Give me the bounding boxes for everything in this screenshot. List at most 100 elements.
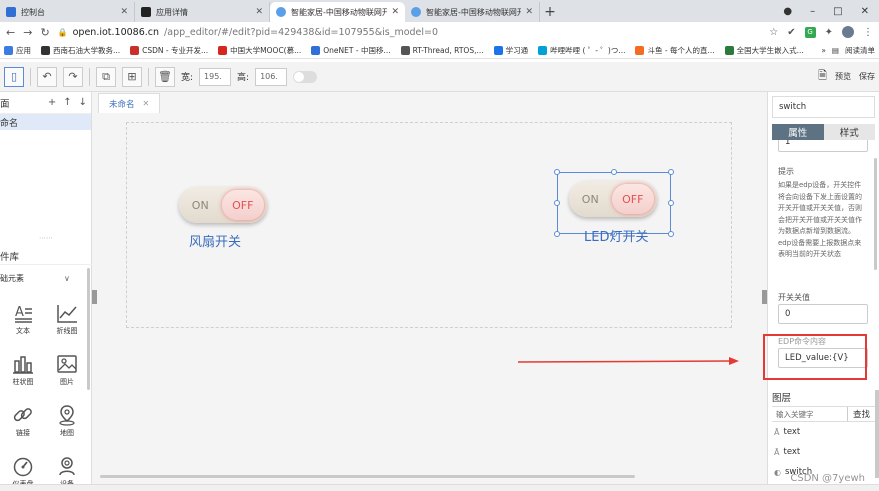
- more-bookmarks-button[interactable]: »: [821, 46, 826, 55]
- bookmark-item[interactable]: RT-Thread, RTOS,...: [400, 45, 484, 55]
- layer-search: 输入关键字 查找: [772, 406, 875, 422]
- width-input[interactable]: 195.: [199, 67, 232, 86]
- component-bar-chart[interactable]: 柱状图: [0, 353, 46, 387]
- component-image[interactable]: 图片: [46, 353, 88, 387]
- back-icon[interactable]: ←: [6, 26, 15, 39]
- browser-tab[interactable]: 控制台 ✕: [0, 2, 135, 22]
- minimize-button[interactable]: –: [810, 6, 815, 17]
- tab-style[interactable]: 样式: [823, 124, 875, 140]
- component-name-field[interactable]: switch: [772, 96, 875, 118]
- maximize-button[interactable]: □: [833, 6, 842, 17]
- led-switch-label[interactable]: LED灯开关: [584, 226, 648, 245]
- document-icon[interactable]: 🗎: [818, 67, 827, 86]
- console-favicon-icon: [6, 7, 16, 17]
- resize-handle[interactable]: [611, 169, 617, 175]
- svg-text:A: A: [15, 305, 24, 320]
- bookmark-item[interactable]: 哔哩哔哩 ( ゜- ゜)つ...: [538, 45, 625, 56]
- add-page-icon[interactable]: +: [48, 97, 56, 108]
- height-input[interactable]: 106.: [255, 67, 288, 86]
- bookmark-item[interactable]: CSDN - 专业开发...: [130, 45, 208, 56]
- close-tab-icon[interactable]: ✕: [120, 7, 128, 17]
- bottom-scrollbar[interactable]: [0, 484, 879, 491]
- close-window-button[interactable]: ✕: [861, 6, 869, 17]
- tab-properties[interactable]: 属性: [772, 124, 824, 140]
- collapse-left-handle[interactable]: [92, 290, 97, 304]
- layer-search-input[interactable]: 输入关键字: [772, 407, 847, 421]
- layers-scrollbar[interactable]: [875, 390, 879, 478]
- properties-scrollbar[interactable]: [874, 158, 877, 270]
- close-icon[interactable]: ✕: [143, 99, 150, 108]
- browser-tab[interactable]: 智能家居-中国移动物联网开放平 ✕: [405, 2, 540, 22]
- browser-tab[interactable]: 应用详情 ✕: [135, 2, 270, 22]
- new-tab-button[interactable]: +: [540, 2, 560, 22]
- width-label: 宽:: [181, 73, 194, 83]
- url-field[interactable]: 🔒 open.iot.10086.cn/app_editor/#/edit?pi…: [58, 24, 762, 40]
- bookmark-item[interactable]: OneNET - 中国移...: [311, 45, 391, 56]
- layer-search-button[interactable]: 查找: [847, 407, 875, 421]
- extension-icon[interactable]: ✔: [787, 27, 795, 38]
- close-tab-icon[interactable]: ✕: [391, 7, 399, 17]
- ungroup-button[interactable]: ⊞: [122, 66, 142, 87]
- move-down-icon[interactable]: ↓: [79, 97, 87, 108]
- reload-icon[interactable]: ↻: [40, 26, 49, 39]
- close-tab-icon[interactable]: ✕: [255, 7, 263, 17]
- canvas-area: 未命名 ✕ ON OFF 风扇开关 ON OFF LED灯开关: [92, 92, 767, 484]
- apps-icon: [4, 45, 13, 55]
- resize-handle[interactable]: [668, 169, 674, 175]
- bookmark-item[interactable]: 斗鱼 - 每个人的直...: [635, 45, 715, 56]
- move-up-icon[interactable]: ↑: [63, 97, 71, 108]
- forward-icon[interactable]: →: [23, 26, 32, 39]
- resize-handle[interactable]: [554, 169, 560, 175]
- address-bar: ← → ↻ 🔒 open.iot.10086.cn/app_editor/#/e…: [0, 22, 879, 42]
- save-button[interactable]: 保存: [859, 71, 875, 82]
- component-text[interactable]: A 文本: [0, 302, 46, 336]
- preview-button[interactable]: 预览: [835, 71, 851, 82]
- resize-handle[interactable]: [668, 200, 674, 206]
- layer-item[interactable]: Ātext: [772, 422, 875, 442]
- map-icon: [59, 405, 75, 426]
- group-button[interactable]: ⧉: [96, 66, 116, 87]
- bookmark-item[interactable]: 西南石油大学教务...: [41, 45, 120, 56]
- close-tab-icon[interactable]: ✕: [525, 7, 533, 17]
- redo-button[interactable]: ↷: [63, 66, 83, 87]
- reading-list-button[interactable]: 阅读清单: [845, 45, 875, 56]
- cloud-favicon-icon: [411, 7, 421, 17]
- bookmark-item[interactable]: 学习通: [493, 45, 528, 56]
- reading-list-icon: ▤: [831, 45, 839, 55]
- basic-elements-select[interactable]: 础元素 ∨: [0, 273, 70, 284]
- component-line-chart[interactable]: 折线图: [46, 302, 88, 336]
- green-extension-icon[interactable]: G: [804, 26, 816, 38]
- bookmark-item[interactable]: 全国大学生嵌入式...: [724, 45, 804, 56]
- component-map[interactable]: 地图: [46, 404, 88, 438]
- menu-icon[interactable]: ⋮: [863, 27, 873, 38]
- off-value-input[interactable]: 0: [778, 304, 868, 324]
- page-item[interactable]: 命名: [0, 114, 91, 130]
- record-icon[interactable]: ●: [783, 6, 792, 17]
- cloud-favicon-icon: [276, 7, 286, 17]
- resize-handle[interactable]: [554, 200, 560, 206]
- fan-switch[interactable]: ON OFF: [179, 187, 267, 223]
- resize-handle[interactable]: [668, 231, 674, 237]
- avatar[interactable]: [842, 26, 854, 38]
- left-scrollbar[interactable]: [87, 268, 90, 390]
- bookmark-item[interactable]: 应用: [4, 45, 31, 56]
- fan-switch-label[interactable]: 风扇开关: [189, 231, 241, 250]
- lock-ratio-toggle[interactable]: [293, 70, 318, 83]
- delete-button[interactable]: 🗑: [155, 66, 175, 87]
- resize-handle[interactable]: [554, 231, 560, 237]
- undo-button[interactable]: ↶: [37, 66, 57, 87]
- pages-title: 面: [0, 98, 10, 110]
- resize-handle[interactable]: ⋯⋯: [0, 234, 92, 242]
- puzzle-icon[interactable]: ✦: [825, 27, 833, 38]
- canvas-scrollbar[interactable]: [100, 475, 635, 478]
- layer-item[interactable]: Ātext: [772, 442, 875, 462]
- led-switch[interactable]: ON OFF: [569, 181, 657, 217]
- star-icon[interactable]: ☆: [769, 27, 778, 38]
- bookmark-item[interactable]: 中国大学MOOC(慕...: [218, 45, 301, 56]
- browser-tab-active[interactable]: 智能家居-中国移动物联网开放平 ✕: [270, 2, 405, 22]
- text-icon: A: [15, 305, 32, 323]
- page-mode-button[interactable]: ▯: [4, 66, 24, 87]
- doc-tab[interactable]: 未命名 ✕: [98, 93, 161, 113]
- component-link[interactable]: 链接: [0, 404, 46, 438]
- on-value-input[interactable]: 1: [778, 140, 868, 152]
